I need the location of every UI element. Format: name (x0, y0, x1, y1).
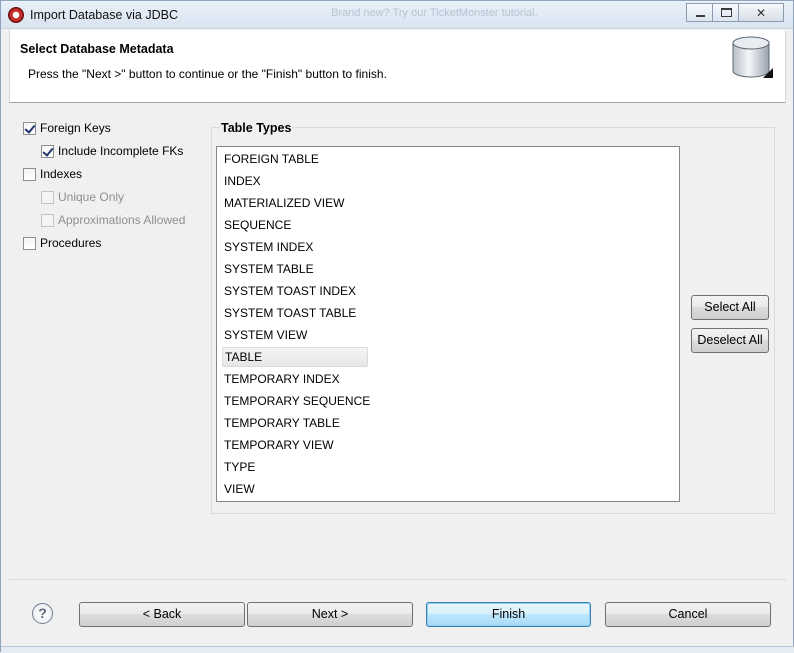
window-title: Import Database via JDBC (30, 8, 178, 22)
next-button[interactable]: Next > (247, 602, 413, 627)
help-icon[interactable]: ? (32, 603, 53, 624)
maximize-button[interactable] (712, 3, 739, 22)
close-button[interactable]: ✕ (738, 3, 784, 22)
list-item-selected[interactable]: TABLE (222, 347, 368, 367)
list-item[interactable]: SYSTEM INDEX (224, 237, 313, 257)
list-item[interactable]: TEMPORARY VIEW (224, 435, 334, 455)
close-icon: ✕ (755, 6, 767, 20)
checkbox-label: Unique Only (58, 190, 125, 204)
checkbox-box[interactable] (41, 144, 54, 158)
background-window-hint: Brand new? Try our TicketMonster tutoria… (331, 7, 538, 19)
list-item[interactable]: TYPE (224, 457, 255, 477)
app-icon (8, 7, 24, 23)
minimize-icon (696, 15, 705, 17)
checkbox-label: Approximations Allowed (58, 213, 186, 227)
maximize-icon (721, 8, 732, 17)
checkbox-box[interactable] (23, 236, 36, 250)
list-item[interactable]: TEMPORARY TABLE (224, 413, 340, 433)
list-item[interactable]: TEMPORARY SEQUENCE (224, 391, 370, 411)
list-item[interactable]: MATERIALIZED VIEW (224, 193, 344, 213)
finish-button[interactable]: Finish (426, 602, 591, 627)
list-item[interactable]: INDEX (224, 171, 261, 191)
database-icon (732, 36, 773, 78)
minimize-button[interactable] (686, 3, 713, 22)
table-types-title: Table Types (220, 121, 293, 135)
unique-only-checkbox: Unique Only (41, 188, 124, 206)
list-item[interactable]: SYSTEM TOAST TABLE (224, 303, 356, 323)
page-title: Select Database Metadata (20, 42, 174, 56)
checkbox-label: Indexes (40, 167, 83, 181)
list-item[interactable]: VIEW (224, 479, 255, 499)
checkbox-box (41, 213, 54, 227)
list-item[interactable]: SYSTEM VIEW (224, 325, 307, 345)
checkbox-label: Include Incomplete FKs (58, 144, 184, 158)
indexes-checkbox[interactable]: Indexes (23, 165, 82, 183)
back-button[interactable]: < Back (79, 602, 245, 627)
list-item[interactable]: SEQUENCE (224, 215, 291, 235)
footer-separator (9, 579, 786, 580)
procedures-checkbox[interactable]: Procedures (23, 234, 101, 252)
include-incomplete-fks-checkbox[interactable]: Include Incomplete FKs (41, 142, 183, 160)
import-jdbc-dialog: Import Database via JDBC Brand new? Try … (0, 0, 794, 653)
title-bar[interactable]: Import Database via JDBC Brand new? Try … (1, 1, 793, 29)
select-all-button[interactable]: Select All (691, 295, 769, 320)
window-controls: ✕ (686, 3, 784, 22)
checkbox-label: Procedures (40, 236, 102, 250)
page-description: Press the "Next >" button to continue or… (28, 67, 387, 81)
foreign-keys-checkbox[interactable]: Foreign Keys (23, 119, 111, 137)
wizard-header: Select Database Metadata Press the "Next… (9, 30, 786, 103)
list-item[interactable]: TEMPORARY INDEX (224, 369, 340, 389)
approximations-allowed-checkbox: Approximations Allowed (41, 211, 185, 229)
list-item[interactable]: SYSTEM TABLE (224, 259, 314, 279)
list-item[interactable]: SYSTEM TOAST INDEX (224, 281, 356, 301)
checkbox-box (41, 190, 54, 204)
checkbox-box[interactable] (23, 121, 36, 135)
checkbox-label: Foreign Keys (40, 121, 111, 135)
cancel-button[interactable]: Cancel (605, 602, 771, 627)
deselect-all-button[interactable]: Deselect All (691, 328, 769, 353)
list-item[interactable]: FOREIGN TABLE (224, 149, 319, 169)
checkbox-box[interactable] (23, 167, 36, 181)
table-types-list[interactable]: FOREIGN TABLE INDEX MATERIALIZED VIEW SE… (216, 146, 680, 502)
